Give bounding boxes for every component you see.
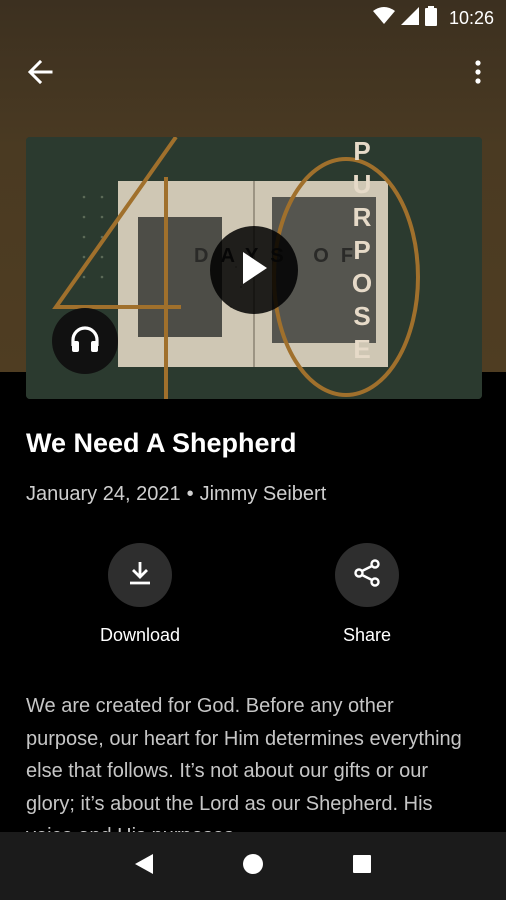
- nav-home-button[interactable]: [229, 842, 277, 890]
- back-button[interactable]: [22, 58, 58, 90]
- nav-back-icon: [133, 852, 155, 881]
- more-options-button[interactable]: [466, 58, 490, 90]
- download-icon: [127, 560, 153, 591]
- battery-icon: [424, 5, 437, 31]
- episode-date: January 24, 2021: [26, 483, 181, 505]
- share-icon: [353, 558, 381, 592]
- wifi-icon: [372, 6, 395, 30]
- download-button[interactable]: [108, 543, 172, 607]
- download-action[interactable]: Download: [80, 543, 200, 646]
- episode-description: We are created for God. Before any other…: [26, 695, 462, 832]
- nav-recents-button[interactable]: [338, 842, 386, 890]
- episode-title: We Need A Shepherd: [26, 428, 297, 458]
- nav-recents-icon: [352, 854, 372, 879]
- arrow-left-icon: [27, 59, 53, 89]
- status-time: 10:26: [448, 7, 494, 28]
- headphones-icon: [69, 324, 101, 359]
- episode-meta: January 24, 2021 • Jimmy Seibert: [26, 483, 326, 506]
- meta-separator: •: [186, 483, 194, 505]
- download-label: Download: [99, 625, 181, 645]
- system-nav-bar: [0, 832, 506, 900]
- episode-speaker: Jimmy Seibert: [199, 483, 327, 505]
- share-action[interactable]: Share: [307, 543, 427, 646]
- artwork-vertical-text: PURPOSE: [351, 137, 373, 364]
- play-button[interactable]: [210, 226, 298, 314]
- nav-back-button[interactable]: [120, 842, 168, 890]
- signal-icon: [400, 6, 419, 30]
- play-icon: [239, 250, 269, 291]
- audio-mode-button[interactable]: [52, 308, 118, 374]
- status-bar: 10:26: [0, 0, 506, 36]
- share-label: Share: [342, 625, 392, 645]
- nav-home-icon: [242, 853, 264, 880]
- status-icons: 10:26: [372, 5, 494, 31]
- share-button[interactable]: [335, 543, 399, 607]
- more-vertical-icon: [475, 59, 481, 89]
